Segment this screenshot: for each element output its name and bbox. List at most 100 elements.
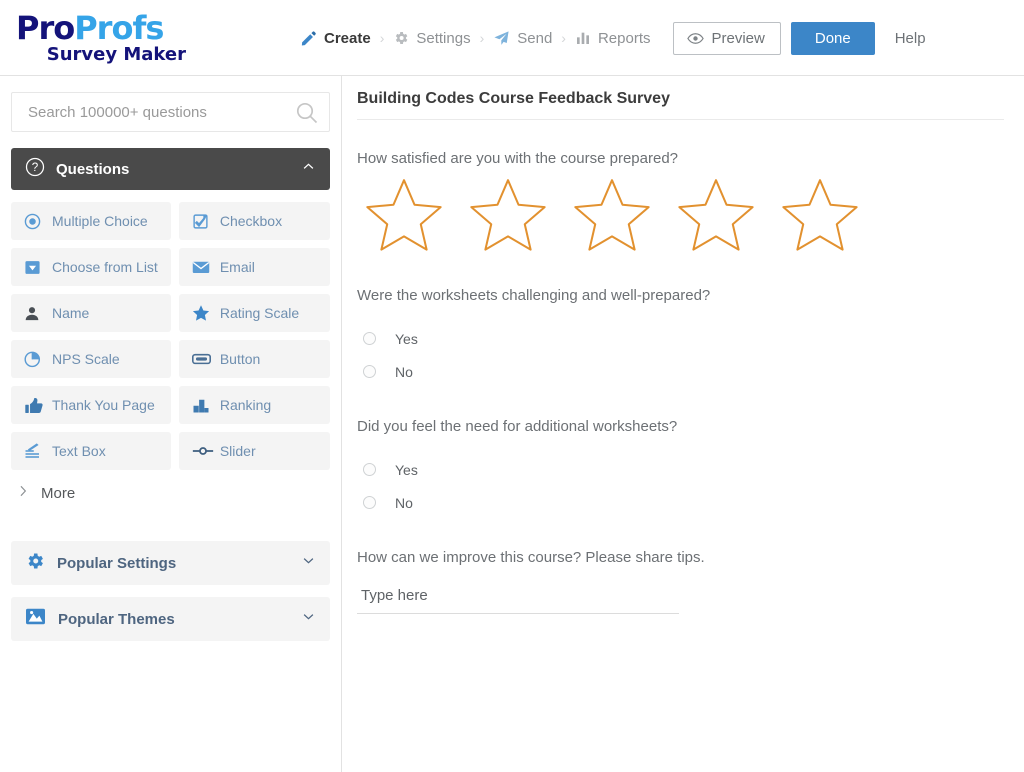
nav-item-reports[interactable]: Reports bbox=[575, 30, 651, 47]
question-type-label: Choose from List bbox=[52, 259, 158, 275]
help-link[interactable]: Help bbox=[895, 30, 926, 47]
radio-option[interactable]: Yes bbox=[357, 322, 1004, 355]
logo-text-pro: Pro bbox=[16, 9, 75, 47]
question-type-nps-scale[interactable]: NPS Scale bbox=[11, 340, 171, 378]
main-navigation: Create › Settings › Send › Reports Previ… bbox=[300, 0, 926, 76]
chevron-right-icon bbox=[16, 483, 30, 503]
popular-settings-panel[interactable]: Popular Settings bbox=[11, 541, 330, 585]
question-mark-circle-icon: ? bbox=[25, 157, 45, 182]
envelope-icon bbox=[192, 258, 214, 276]
questions-panel-label: Questions bbox=[56, 160, 130, 178]
radio-option-label: No bbox=[395, 494, 413, 511]
question-text[interactable]: How can we improve this course? Please s… bbox=[357, 549, 1004, 566]
nav-separator: › bbox=[561, 30, 566, 46]
question-type-checkbox[interactable]: Checkbox bbox=[178, 202, 330, 240]
nav-label-reports: Reports bbox=[597, 29, 651, 47]
questions-panel-header[interactable]: ? Questions bbox=[11, 148, 330, 190]
preview-button[interactable]: Preview bbox=[672, 21, 781, 55]
nav-label-create: Create bbox=[324, 29, 371, 47]
text-lines-icon bbox=[24, 442, 46, 460]
question-type-label: Multiple Choice bbox=[52, 213, 148, 229]
radio-button-icon[interactable] bbox=[363, 365, 376, 378]
radio-option[interactable]: No bbox=[357, 486, 1004, 519]
radio-group: Yes No bbox=[357, 322, 1004, 388]
search-box[interactable] bbox=[11, 92, 330, 132]
star-icon[interactable] bbox=[469, 177, 547, 257]
send-icon bbox=[493, 30, 510, 47]
survey-editor-canvas: Building Codes Course Feedback Survey Ho… bbox=[343, 76, 1024, 772]
gear-icon bbox=[25, 551, 45, 576]
svg-text:?: ? bbox=[32, 161, 39, 174]
star-icon[interactable] bbox=[365, 177, 443, 257]
star-icon[interactable] bbox=[677, 177, 755, 257]
question-type-button[interactable]: Button bbox=[178, 340, 330, 378]
question-type-grid: Multiple Choice Checkbox Choose from Lis… bbox=[11, 202, 330, 470]
question-type-label: Button bbox=[219, 351, 261, 367]
question-type-label: Email bbox=[219, 259, 255, 275]
question-text[interactable]: Were the worksheets challenging and well… bbox=[357, 287, 1004, 304]
image-icon bbox=[25, 607, 46, 631]
nav-label-settings: Settings bbox=[416, 29, 471, 47]
star-rating-control[interactable] bbox=[357, 177, 1004, 257]
question-type-label: Thank You Page bbox=[52, 397, 155, 413]
chevron-up-icon[interactable] bbox=[301, 159, 316, 179]
nav-item-create[interactable]: Create bbox=[300, 30, 371, 47]
radio-button-icon[interactable] bbox=[363, 496, 376, 509]
star-icon[interactable] bbox=[573, 177, 651, 257]
question-type-label: Slider bbox=[219, 443, 256, 459]
search-icon[interactable] bbox=[295, 101, 319, 130]
button-icon bbox=[191, 352, 214, 366]
question-type-ranking[interactable]: Ranking bbox=[178, 386, 330, 424]
question-type-label: Checkbox bbox=[219, 213, 283, 229]
nav-separator: › bbox=[379, 30, 385, 46]
eye-icon bbox=[686, 32, 704, 45]
pencil-icon bbox=[300, 30, 317, 47]
logo-text-profs: Profs bbox=[74, 9, 164, 47]
survey-title[interactable]: Building Codes Course Feedback Survey bbox=[357, 76, 1004, 120]
chevron-down-icon[interactable] bbox=[301, 553, 316, 573]
more-question-types-link[interactable]: More bbox=[11, 483, 330, 503]
text-answer-field-wrapper bbox=[357, 584, 679, 614]
question-type-label: Rating Scale bbox=[219, 305, 300, 321]
logo-tagline: Survey Maker bbox=[46, 44, 186, 65]
slider-icon bbox=[192, 445, 214, 457]
pie-chart-icon bbox=[24, 350, 46, 368]
search-input[interactable] bbox=[12, 93, 329, 131]
question-type-thank-you-page[interactable]: Thank You Page bbox=[11, 386, 171, 424]
radio-option-label: Yes bbox=[395, 461, 418, 478]
radio-option[interactable]: Yes bbox=[357, 453, 1004, 486]
question-type-choose-from-list[interactable]: Choose from List bbox=[11, 248, 171, 286]
question-type-slider[interactable]: Slider bbox=[178, 432, 330, 470]
question-type-text-box[interactable]: Text Box bbox=[11, 432, 171, 470]
star-icon bbox=[192, 304, 214, 322]
question-type-label: Text Box bbox=[52, 443, 106, 459]
top-header: ProProfs Survey Maker Create › Settings … bbox=[0, 0, 1024, 76]
preview-button-label: Preview bbox=[711, 29, 765, 47]
person-icon bbox=[24, 305, 46, 322]
radio-button-icon[interactable] bbox=[363, 463, 376, 476]
question-text[interactable]: How satisfied are you with the course pr… bbox=[357, 150, 1004, 167]
bar-chart-icon bbox=[575, 30, 591, 46]
question-type-name[interactable]: Name bbox=[11, 294, 171, 332]
text-answer-input[interactable] bbox=[357, 584, 679, 614]
popular-settings-label: Popular Settings bbox=[57, 554, 177, 572]
radio-button-icon bbox=[24, 213, 46, 230]
chevron-down-icon[interactable] bbox=[301, 609, 316, 629]
question-type-rating-scale[interactable]: Rating Scale bbox=[178, 294, 330, 332]
done-button[interactable]: Done bbox=[790, 21, 875, 55]
question-text[interactable]: Did you feel the need for additional wor… bbox=[357, 418, 1004, 435]
star-icon[interactable] bbox=[781, 177, 859, 257]
question-type-label: NPS Scale bbox=[52, 351, 120, 367]
question-type-email[interactable]: Email bbox=[178, 248, 330, 286]
popular-themes-panel[interactable]: Popular Themes bbox=[11, 597, 330, 641]
question-type-multiple-choice[interactable]: Multiple Choice bbox=[11, 202, 171, 240]
question-block-improvement-tips: How can we improve this course? Please s… bbox=[357, 519, 1004, 614]
radio-option-label: Yes bbox=[395, 330, 418, 347]
bar-ranking-icon bbox=[192, 396, 214, 414]
radio-button-icon[interactable] bbox=[363, 332, 376, 345]
radio-option-label: No bbox=[395, 363, 413, 380]
nav-item-send[interactable]: Send bbox=[493, 30, 552, 47]
radio-option[interactable]: No bbox=[357, 355, 1004, 388]
nav-item-settings[interactable]: Settings bbox=[393, 29, 471, 47]
proprofs-logo[interactable]: ProProfs Survey Maker bbox=[16, 12, 186, 65]
